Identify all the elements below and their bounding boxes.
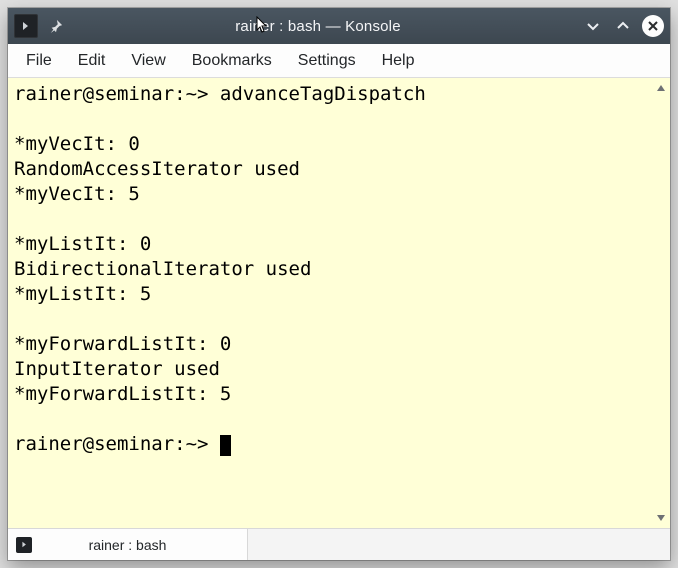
konsole-window: rainer : bash — Konsole File Edit View B… <box>8 8 670 560</box>
pin-icon[interactable] <box>46 19 66 33</box>
app-menu-icon[interactable] <box>14 14 38 38</box>
terminal-icon <box>16 537 32 553</box>
menu-file[interactable]: File <box>14 48 64 74</box>
scroll-down-icon[interactable] <box>655 512 667 524</box>
minimize-button[interactable] <box>582 15 604 37</box>
scrollbar[interactable] <box>652 78 670 528</box>
maximize-button[interactable] <box>612 15 634 37</box>
menubar: File Edit View Bookmarks Settings Help <box>8 44 670 78</box>
tabbar: rainer : bash <box>8 528 670 560</box>
terminal[interactable]: rainer@seminar:~> advanceTagDispatch *my… <box>8 78 652 528</box>
tab-terminal[interactable]: rainer : bash <box>8 529 248 560</box>
menu-view[interactable]: View <box>119 48 177 74</box>
close-button[interactable] <box>642 15 664 37</box>
tab-label: rainer : bash <box>42 537 233 553</box>
menu-edit[interactable]: Edit <box>66 48 118 74</box>
window-controls <box>582 15 664 37</box>
terminal-area: rainer@seminar:~> advanceTagDispatch *my… <box>8 78 670 528</box>
menu-help[interactable]: Help <box>370 48 427 74</box>
menu-settings[interactable]: Settings <box>286 48 368 74</box>
terminal-cursor <box>220 435 231 456</box>
menu-bookmarks[interactable]: Bookmarks <box>180 48 284 74</box>
window-title: rainer : bash — Konsole <box>70 18 576 35</box>
scroll-up-icon[interactable] <box>655 82 667 94</box>
titlebar[interactable]: rainer : bash — Konsole <box>8 8 670 44</box>
